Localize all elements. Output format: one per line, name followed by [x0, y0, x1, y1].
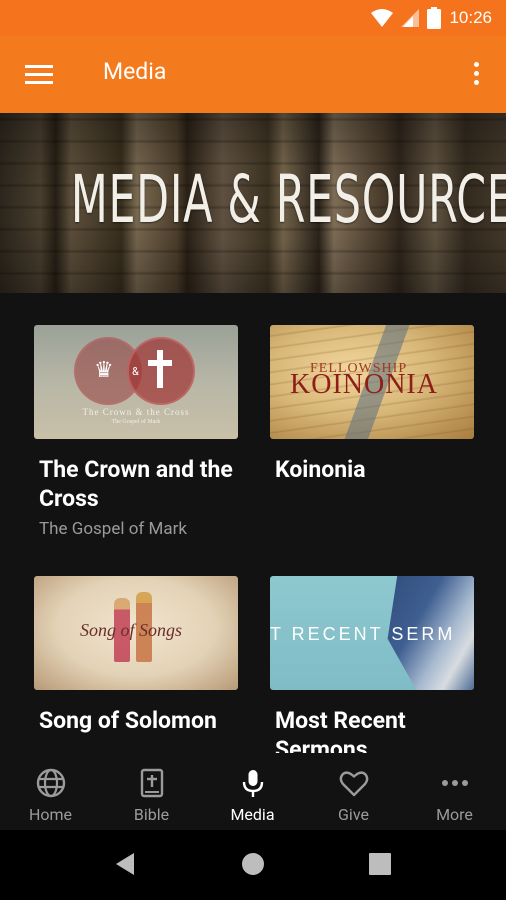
- nav-label: Bible: [133, 805, 170, 824]
- heart-icon: [339, 771, 368, 797]
- thumbnail-caption: Song of Songs: [80, 620, 183, 640]
- status-icons: 10:26: [371, 6, 492, 30]
- battery-icon: [427, 7, 442, 29]
- status-time: 10:26: [449, 8, 492, 27]
- thumbnail-crown-and-cross: ♛ & The Crown & the Cross The Gospel of …: [34, 325, 238, 439]
- wifi-icon: [371, 9, 394, 27]
- card-title: Koinonia: [275, 456, 366, 483]
- cross-icon: [148, 350, 172, 388]
- nav-label: More: [436, 805, 473, 824]
- nav-item-bible[interactable]: Bible: [101, 753, 202, 830]
- bottom-navigation: Home Bible Media Give More: [0, 753, 506, 830]
- nav-item-home[interactable]: Home: [0, 753, 101, 830]
- thumbnail-song-of-songs: Song of Songs: [34, 576, 238, 690]
- nav-item-give[interactable]: Give: [303, 753, 404, 830]
- nav-item-media[interactable]: Media: [202, 753, 303, 830]
- media-grid: ♛ & The Crown & the Cross The Gospel of …: [0, 293, 506, 753]
- hamburger-menu-icon[interactable]: [22, 60, 56, 90]
- globe-icon: [36, 768, 65, 798]
- microphone-icon: [242, 770, 263, 797]
- more-dots-icon: [441, 780, 468, 786]
- card-subtitle: The Gospel of Mark: [39, 519, 187, 539]
- page-title: Media: [103, 58, 167, 85]
- recents-square-icon[interactable]: [360, 848, 400, 880]
- crown-icon: ♛: [94, 358, 114, 383]
- thumbnail-subcaption: The Gospel of Mark: [111, 419, 161, 425]
- thumbnail-recent-sermons: T RECENT SERM: [270, 576, 474, 690]
- overflow-menu-icon[interactable]: [464, 56, 488, 92]
- thumbnail-caption: KOINONIA: [290, 369, 438, 400]
- home-circle-icon[interactable]: [233, 848, 273, 880]
- media-card-koinonia[interactable]: FELLOWSHIP KOINONIA Koinonia: [270, 325, 474, 484]
- card-title: Most Recent Sermons: [275, 707, 406, 753]
- media-card-most-recent-sermons[interactable]: T RECENT SERM Most Recent Sermons: [270, 576, 474, 753]
- hero-banner: MEDIA & RESOURCES: [0, 113, 506, 293]
- bible-icon: [140, 768, 163, 798]
- back-icon[interactable]: [106, 848, 146, 880]
- status-bar: 10:26: [0, 0, 506, 36]
- card-title: The Crown and the Cross: [39, 456, 233, 512]
- nav-label: Home: [28, 805, 73, 824]
- nav-item-more[interactable]: More: [404, 753, 505, 830]
- card-title: Song of Solomon: [39, 707, 217, 734]
- thumbnail-caption: The Crown & the Cross: [82, 407, 190, 417]
- nav-label: Media: [230, 805, 275, 824]
- nav-label: Give: [338, 805, 369, 824]
- media-card-crown-and-cross[interactable]: ♛ & The Crown & the Cross The Gospel of …: [34, 325, 238, 539]
- hero-title: MEDIA & RESOURCES: [70, 161, 506, 238]
- thumbnail-caption: T RECENT SERM: [270, 624, 456, 644]
- thumbnail-koinonia: FELLOWSHIP KOINONIA: [270, 325, 474, 439]
- system-navigation-bar: [0, 830, 506, 900]
- app-bar: Media: [0, 36, 506, 113]
- cellular-signal-icon: [401, 9, 420, 27]
- media-card-song-of-solomon[interactable]: Song of Songs Song of Solomon: [34, 576, 238, 735]
